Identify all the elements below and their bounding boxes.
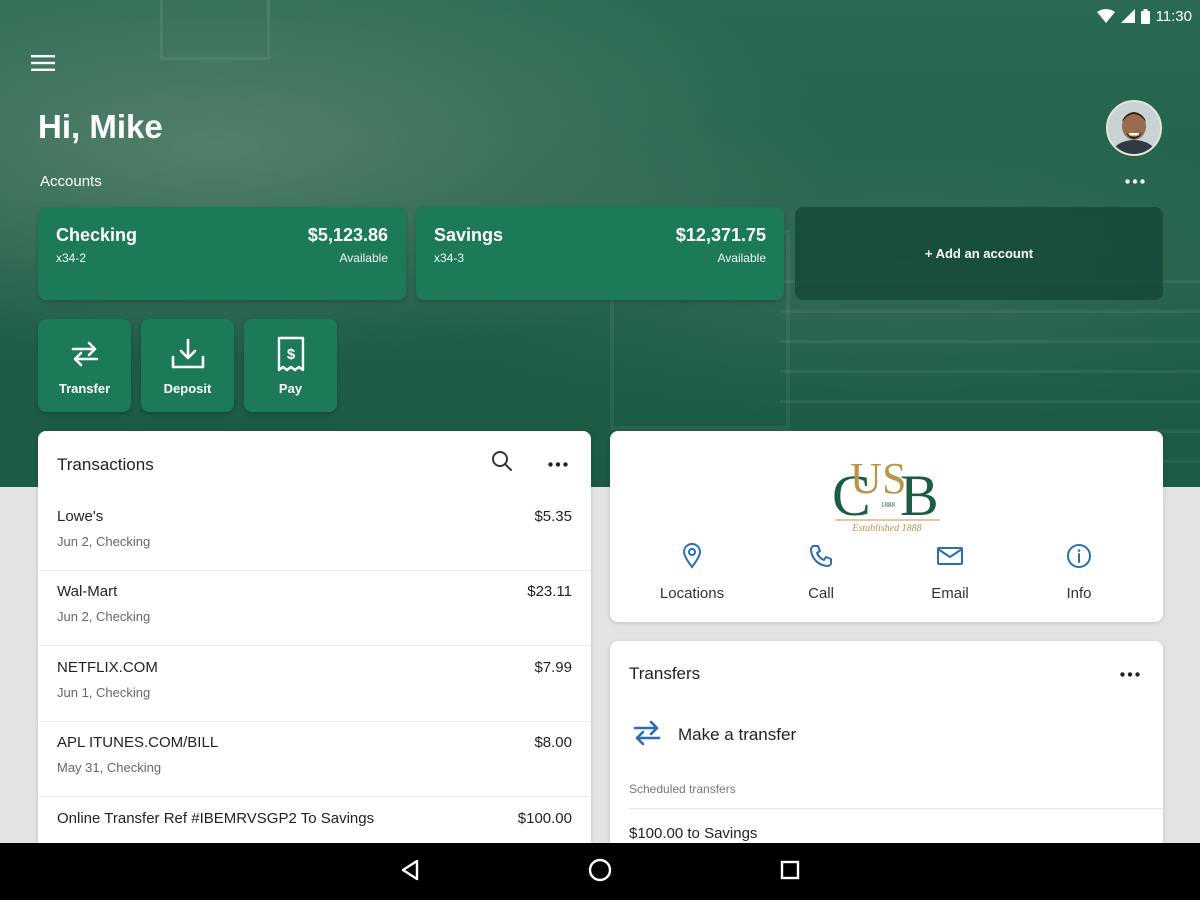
action-label: Deposit	[163, 381, 212, 396]
transfer-icon	[630, 716, 664, 755]
transaction-amount: $100.00	[517, 810, 572, 827]
system-nav-bar	[0, 843, 1200, 900]
deposit-icon	[169, 335, 207, 373]
transaction-amount: $8.00	[534, 734, 572, 751]
back-triangle-icon	[400, 859, 420, 886]
account-number: x34-2	[56, 251, 87, 265]
balance-label: Available	[339, 251, 388, 265]
menu-button[interactable]	[26, 50, 60, 80]
scheduled-transfer-item[interactable]: $100.00 to Savings	[629, 825, 757, 842]
transactions-search-button[interactable]	[488, 449, 516, 477]
nav-recents-button[interactable]	[775, 857, 805, 887]
account-name: Savings	[434, 225, 504, 245]
transaction-meta: May 31, Checking	[57, 760, 162, 775]
account-balance: $5,123.86	[307, 225, 388, 245]
contact-label: Info	[1066, 585, 1092, 602]
make-transfer-button[interactable]: Make a transfer	[630, 715, 796, 755]
add-account-button[interactable]: + Add an account	[795, 207, 1163, 300]
transaction-meta: Jun 2, Checking	[57, 534, 151, 549]
transfer-button[interactable]: Transfer	[38, 319, 131, 412]
transaction-row[interactable]: Wal-Mart Jun 2, Checking $23.11	[38, 571, 591, 646]
nav-back-button[interactable]	[395, 857, 425, 887]
hamburger-icon	[31, 54, 55, 77]
contact-label: Email	[931, 585, 969, 602]
email-button[interactable]: Email	[890, 541, 1010, 602]
svg-text:$: $	[286, 346, 295, 363]
transfer-icon	[68, 335, 102, 373]
transaction-meta: Jun 1, Checking	[57, 685, 151, 700]
transactions-title: Transactions	[57, 455, 154, 474]
accounts-label: Accounts	[40, 173, 102, 190]
transaction-meta: Jun 2, Checking	[57, 609, 151, 624]
transfers-card: Transfers Make a transfer Scheduled tran…	[610, 641, 1163, 851]
make-transfer-label: Make a transfer	[678, 725, 797, 744]
pay-button[interactable]: $ Pay	[244, 319, 337, 412]
home-circle-icon	[588, 858, 612, 887]
call-button[interactable]: Call	[761, 541, 881, 602]
email-icon	[890, 541, 1010, 571]
transactions-card: Transactions Lowe's Jun 2, Checking $5.3…	[38, 431, 591, 851]
transaction-amount: $7.99	[534, 659, 572, 676]
info-icon	[1019, 541, 1139, 571]
transaction-merchant: APL ITUNES.COM/BILL	[57, 734, 219, 751]
pay-icon: $	[276, 335, 306, 373]
transaction-amount: $23.11	[527, 583, 572, 600]
scheduled-transfers-label: Scheduled transfers	[629, 782, 736, 796]
svg-text:1888: 1888	[881, 501, 896, 509]
deposit-button[interactable]: Deposit	[141, 319, 234, 412]
transfers-more-button[interactable]	[1115, 661, 1145, 685]
status-time: 11:30	[1155, 7, 1192, 25]
divider	[629, 808, 1163, 809]
transaction-merchant: NETFLIX.COM	[57, 659, 158, 676]
more-horizontal-icon	[1120, 664, 1140, 682]
transaction-merchant: Lowe's	[57, 508, 104, 525]
transaction-row[interactable]: NETFLIX.COM Jun 1, Checking $7.99	[38, 647, 591, 722]
more-horizontal-icon	[548, 454, 568, 472]
account-card-savings[interactable]: Savings x34-3 $12,371.75 Available	[416, 207, 784, 300]
battery-icon	[1140, 8, 1150, 24]
balance-label: Available	[717, 251, 766, 265]
transaction-amount: $5.35	[534, 508, 572, 525]
account-number: x34-3	[434, 251, 465, 265]
transaction-row[interactable]: Lowe's Jun 2, Checking $5.35	[38, 496, 591, 571]
action-label: Transfer	[58, 381, 111, 396]
avatar[interactable]	[1106, 100, 1162, 156]
svg-text:U: U	[850, 454, 882, 503]
transactions-more-button[interactable]	[543, 451, 573, 475]
account-card-checking[interactable]: Checking x34-2 $5,123.86 Available	[38, 207, 406, 300]
status-bar: 11:30	[1096, 4, 1192, 28]
add-account-label: + Add an account	[924, 246, 1034, 261]
contact-label: Call	[808, 585, 834, 602]
profile-photo-icon	[1108, 102, 1160, 154]
location-pin-icon	[632, 541, 752, 571]
action-label: Pay	[278, 381, 303, 396]
account-name: Checking	[56, 225, 138, 245]
svg-text:Established 1888: Established 1888	[851, 523, 921, 533]
contact-label: Locations	[659, 585, 725, 602]
greeting-title: Hi, Mike	[38, 108, 163, 145]
transfers-title: Transfers	[629, 664, 701, 683]
more-horizontal-icon	[1125, 171, 1145, 189]
cell-signal-icon	[1120, 9, 1135, 23]
account-balance: $12,371.75	[675, 225, 766, 245]
transaction-merchant: Wal-Mart	[57, 583, 118, 600]
accounts-more-button[interactable]	[1120, 170, 1150, 190]
bank-info-card: C U S B 1888 Established 1888 Locations …	[610, 431, 1163, 622]
search-icon	[491, 450, 513, 477]
recents-square-icon	[780, 860, 800, 885]
nav-home-button[interactable]	[585, 857, 615, 887]
locations-button[interactable]: Locations	[632, 541, 752, 602]
transaction-merchant: Online Transfer Ref #IBEMRVSGP2 To Savin…	[57, 810, 375, 827]
wifi-icon	[1096, 8, 1115, 24]
transaction-row[interactable]: APL ITUNES.COM/BILL May 31, Checking $8.…	[38, 722, 591, 797]
svg-text:B: B	[900, 463, 939, 528]
info-button[interactable]: Info	[1019, 541, 1139, 602]
phone-icon	[761, 541, 881, 571]
bank-logo: C U S B 1888 Established 1888	[830, 443, 945, 534]
